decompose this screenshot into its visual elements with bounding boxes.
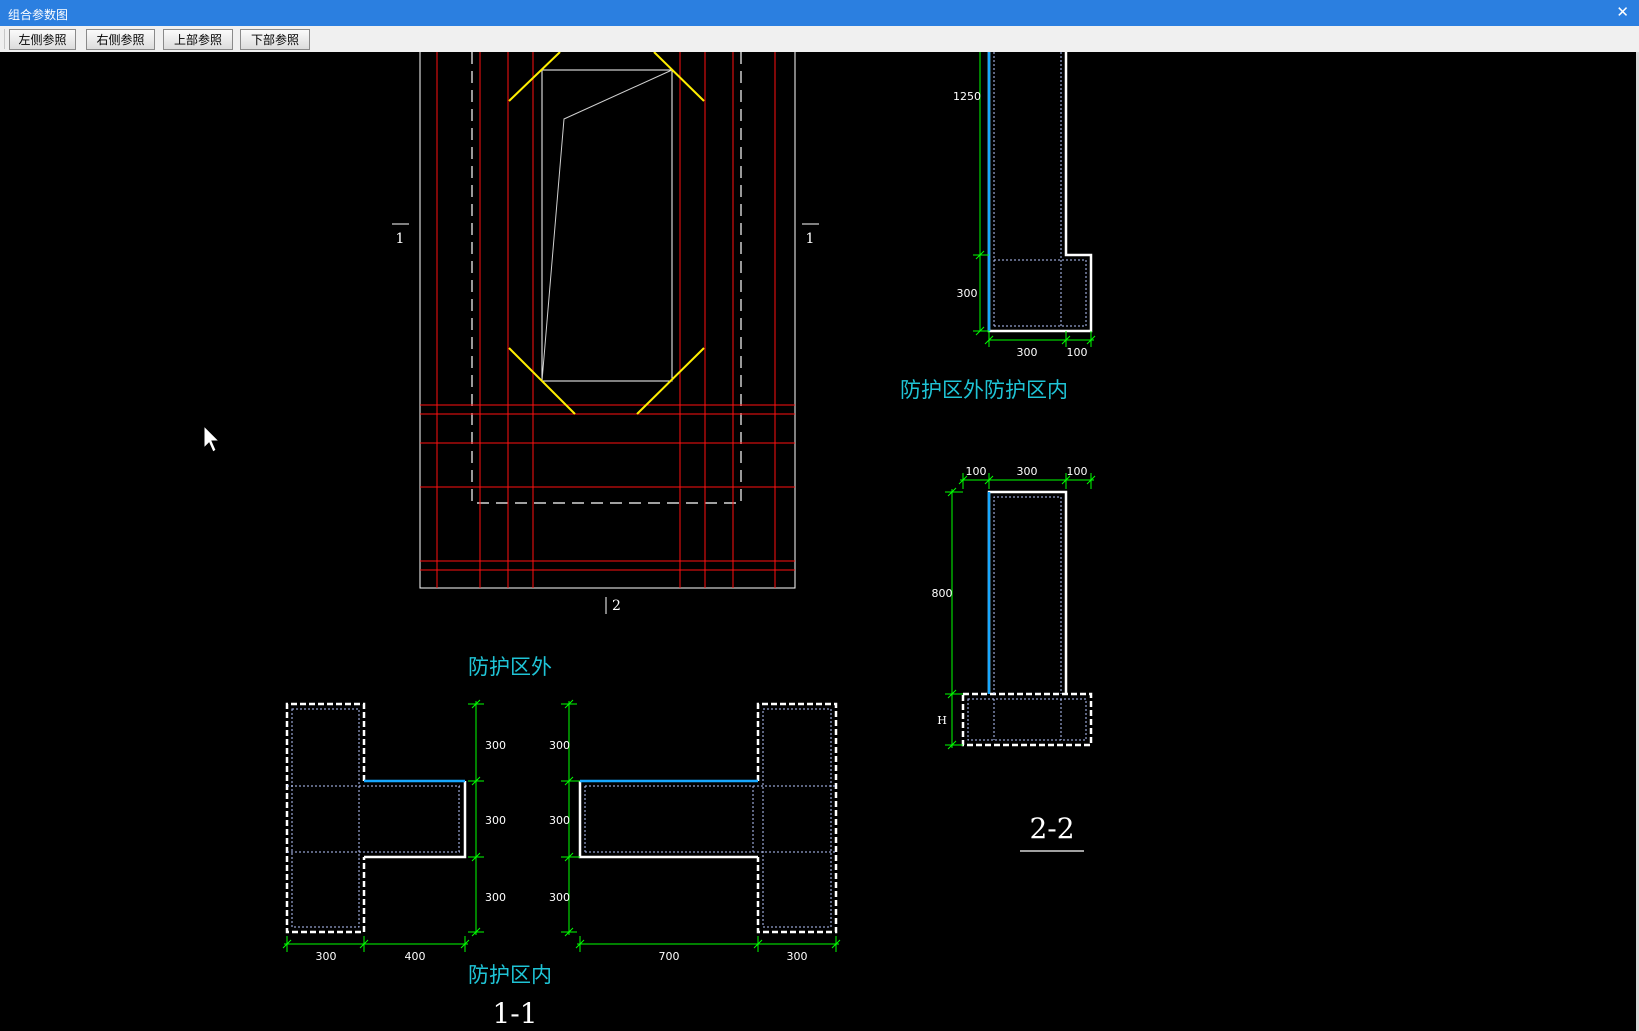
dim-11-right-v1: 300 [549,739,570,752]
dim-elev-bottom-right: 100 [1067,346,1088,359]
dim-11-right-h2: 300 [787,950,808,963]
dim-11-left-v1: 300 [485,739,506,752]
section-1-1-title: 1-1 [492,997,537,1030]
cad-drawing: 1 1 2 1250 300 300 100 防护区外防护区内 100 300 … [203,52,1096,1030]
right-reference-button[interactable]: 右侧参照 [86,29,155,50]
left-reference-button[interactable]: 左侧参照 [9,29,76,50]
dim-elev-bottom: 300 [957,287,978,300]
close-icon[interactable]: ✕ [1616,3,1629,21]
bottom-reference-button[interactable]: 下部参照 [240,29,310,50]
section-mark-right: 1 [806,231,815,247]
drawing-canvas[interactable]: 1 1 2 1250 300 300 100 防护区外防护区内 100 300 … [0,52,1639,1031]
dim-22-top-left: 100 [966,465,987,478]
dim-11-right-v2: 300 [549,814,570,827]
elevation-view: 1250 300 300 100 防护区外防护区内 [900,52,1096,402]
section-1-1-outside-label: 防护区外 [468,655,552,679]
dim-22-top-mid: 300 [1017,465,1038,478]
dim-22-base: H [937,714,947,727]
toolbar: 左侧参照 右侧参照 上部参照 下部参照 [0,26,1639,53]
dim-elev-bottom-left: 300 [1017,346,1038,359]
section-1-1-left: 防护区外 300 300 300 300 400 防护区内 1-1 [282,655,552,1030]
section-mark-left: 1 [396,231,405,247]
section-1-1-right: 300 300 300 700 300 [549,699,841,963]
dim-11-left-v3: 300 [485,891,506,904]
dim-11-left-h2: 400 [405,950,426,963]
window-title: 组合参数图 [8,8,69,22]
dim-11-right-h1: 700 [659,950,680,963]
dim-11-left-h1: 300 [316,950,337,963]
dim-22-top-right: 100 [1067,465,1088,478]
toolbar-separator [4,29,5,49]
title-bar: 组合参数图 ✕ [0,0,1639,26]
plan-view: 1 1 2 [392,52,819,614]
dim-11-left-v2: 300 [485,814,506,827]
top-reference-button[interactable]: 上部参照 [163,29,233,50]
elevation-zone-label: 防护区外防护区内 [900,378,1068,402]
section-2-2: 100 300 100 800 H 2-2 [932,465,1096,852]
dim-11-right-v3: 300 [549,891,570,904]
dim-elev-top: 1250 [953,90,981,103]
section-mark-bottom: 2 [612,598,621,614]
dim-22-height: 800 [932,587,953,600]
section-1-1-inside-label: 防护区内 [468,963,552,987]
mouse-cursor-icon [203,424,221,453]
section-2-2-title: 2-2 [1029,812,1074,845]
